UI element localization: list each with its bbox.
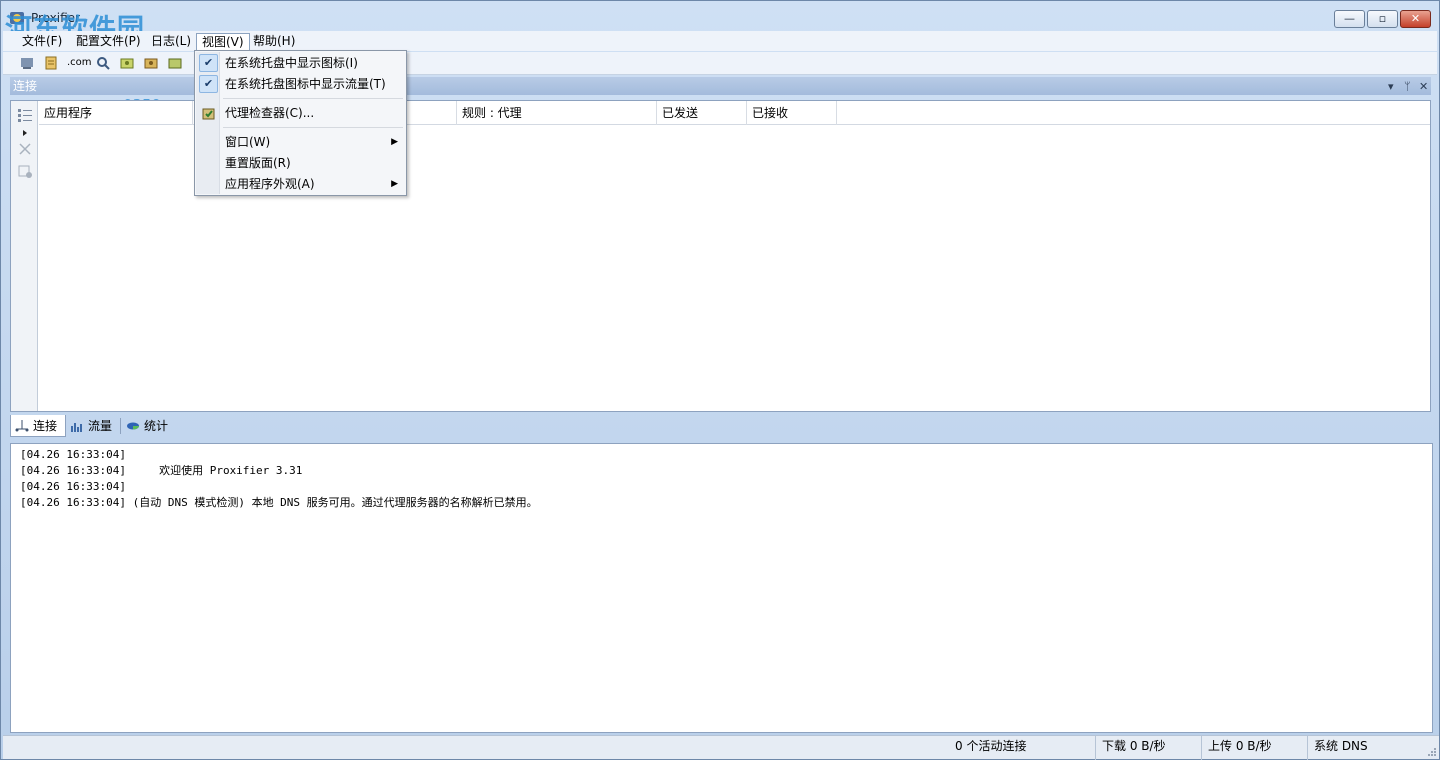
create-rule-icon[interactable] (17, 163, 33, 179)
network-icon (15, 420, 29, 432)
menu-item-label: 在系统托盘中显示图标(I) (225, 56, 358, 70)
status-dns-mode: 系统 DNS (1307, 736, 1415, 760)
status-active-connections: 0 个活动连接 (955, 739, 1027, 753)
menu-window[interactable]: 窗口(W) ▶ (197, 131, 404, 153)
submenu-arrow-icon: ▶ (391, 179, 398, 189)
menu-app-appearance[interactable]: 应用程序外观(A) ▶ (197, 173, 404, 195)
connections-panel-title: 连接 (13, 79, 38, 93)
tab-traffic[interactable]: 流量 (66, 415, 122, 437)
menu-separator (223, 98, 403, 99)
http-proxy-icon[interactable] (143, 55, 159, 71)
status-upload-rate: 上传 0 B/秒 (1201, 736, 1307, 760)
tab-traffic-label: 流量 (88, 419, 113, 433)
resize-grip-icon[interactable] (1425, 745, 1437, 757)
checkmark-icon: ✔ (199, 54, 218, 72)
view-menu-dropdown: ✔ 在系统托盘中显示图标(I) ✔ 在系统托盘图标中显示流量(T) 代理检查器(… (194, 50, 407, 196)
close-connection-icon[interactable] (17, 141, 33, 157)
menu-item-label: 应用程序外观(A) (225, 177, 315, 191)
tab-separator (120, 418, 121, 434)
menu-log[interactable]: 日志(L) (146, 33, 196, 51)
log-line: [04.26 16:33:04] (20, 448, 126, 461)
expand-arrow-icon[interactable] (17, 125, 33, 141)
menu-item-label: 窗口(W) (225, 135, 271, 149)
column-received[interactable]: 已接收 (747, 101, 837, 125)
tab-statistics-label: 统计 (144, 419, 169, 433)
menu-item-label: 重置版面(R) (225, 156, 291, 170)
connections-side-toolbar (11, 101, 38, 411)
column-rule-proxy[interactable]: 规则 : 代理 (457, 101, 657, 125)
submenu-arrow-icon: ▶ (391, 137, 398, 147)
title-bar[interactable]: Proxifier 河东软件园 — ▫ ✕ (1, 1, 1439, 45)
menu-help[interactable]: 帮助(H) (248, 33, 300, 51)
maximize-button[interactable]: ▫ (1367, 10, 1398, 28)
magnifier-icon[interactable] (95, 55, 111, 71)
menu-proxy-checker[interactable]: 代理检查器(C)... (197, 102, 404, 124)
proxification-rules-icon[interactable] (43, 55, 59, 71)
traffic-chart-icon (71, 423, 82, 432)
menu-reset-layout[interactable]: 重置版面(R) (197, 152, 404, 174)
menu-show-tray-icon[interactable]: ✔ 在系统托盘中显示图标(I) (197, 52, 404, 74)
status-bar: 0 个活动连接 下载 0 B/秒 上传 0 B/秒 系统 DNS (3, 735, 1439, 760)
tab-connections[interactable]: 连接 (10, 415, 66, 437)
tunnel-icon[interactable] (167, 55, 183, 71)
log-output[interactable]: [04.26 16:33:04] [04.26 16:33:04] 欢迎使用 P… (10, 443, 1433, 733)
name-resolution-button[interactable]: .com (67, 55, 92, 71)
close-button[interactable]: ✕ (1400, 10, 1431, 28)
advanced-settings-icon[interactable] (119, 55, 135, 71)
log-line: [04.26 16:33:04] (自动 DNS 模式检测) 本地 DNS 服务… (20, 496, 538, 509)
pie-chart-icon (127, 422, 139, 430)
proxy-checker-icon (202, 108, 215, 120)
menu-item-label: 在系统托盘图标中显示流量(T) (225, 77, 386, 91)
menu-show-tray-traffic[interactable]: ✔ 在系统托盘图标中显示流量(T) (197, 73, 404, 95)
column-sent[interactable]: 已发送 (657, 101, 747, 125)
log-line: [04.26 16:33:04] 欢迎使用 Proxifier 3.31 (20, 464, 303, 477)
tab-connections-label: 连接 (33, 419, 58, 433)
menu-separator (223, 127, 403, 128)
panel-dropdown-icon[interactable]: ▾ (1388, 78, 1394, 96)
proxy-servers-icon[interactable] (19, 55, 35, 71)
status-download-rate: 下载 0 B/秒 (1095, 736, 1201, 760)
column-application[interactable]: 应用程序 (39, 101, 193, 125)
menu-item-label: 代理检查器(C)... (225, 106, 315, 120)
menu-profile[interactable]: 配置文件(P) (71, 33, 146, 51)
menu-bar: 文件(F) 配置文件(P) 日志(L) 视图(V) 帮助(H) (3, 31, 1437, 51)
minimize-button[interactable]: — (1334, 10, 1365, 28)
log-line: [04.26 16:33:04] (20, 480, 126, 493)
app-window: Proxifier 河东软件园 — ▫ ✕ 文件(F) 配置文件(P) 日志(L… (0, 0, 1440, 760)
checkmark-icon: ✔ (199, 75, 218, 93)
panel-pin-icon[interactable]: ᛘ (1404, 78, 1411, 96)
menu-view[interactable]: 视图(V) (196, 33, 250, 51)
view-tabs: 连接 流量 统计 (10, 414, 1431, 438)
panel-close-icon[interactable]: ✕ (1419, 78, 1428, 96)
tab-statistics[interactable]: 统计 (122, 415, 182, 437)
list-view-icon[interactable] (17, 107, 33, 123)
menu-file[interactable]: 文件(F) (17, 33, 67, 51)
